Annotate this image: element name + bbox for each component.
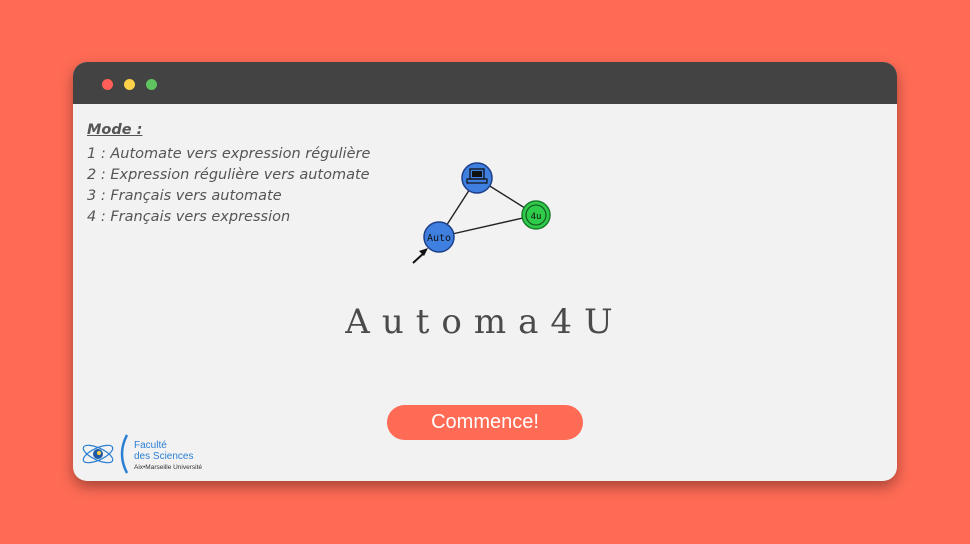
close-window-button[interactable]	[102, 79, 113, 90]
app-window: Mode : 1 : Automate vers expression régu…	[73, 62, 897, 481]
window-titlebar	[73, 62, 897, 104]
app-title: Automa4U	[345, 302, 625, 342]
start-button[interactable]: Commence!	[387, 405, 583, 440]
mode-option-2: 2 : Expression régulière vers automate	[87, 167, 370, 183]
logo-line-1: Faculté	[134, 440, 167, 451]
mode-option-3: 3 : Français vers automate	[87, 188, 282, 204]
atom-logo-icon	[82, 434, 129, 474]
start-arrow-icon	[412, 248, 428, 264]
faculty-logo: Faculté des Sciences Aix•Marseille Unive…	[81, 432, 216, 476]
logo-line-3: Aix•Marseille Université	[134, 464, 203, 471]
start-node-label: Auto	[427, 233, 451, 244]
start-node: Auto	[423, 221, 455, 253]
mode-legend: Mode : 1 : Automate vers expression régu…	[87, 122, 370, 228]
final-node-label: 4u	[531, 212, 542, 222]
logo-text: Faculté des Sciences Aix•Marseille Unive…	[134, 440, 202, 471]
automaton-illustration: 4u Auto	[412, 162, 551, 264]
logo-line-2: des Sciences	[134, 451, 194, 462]
minimize-window-button[interactable]	[124, 79, 135, 90]
laptop-node	[461, 162, 493, 194]
final-node: 4u	[521, 200, 551, 230]
mode-option-4: 4 : Français vers expression	[87, 209, 291, 225]
mode-option-1: 1 : Automate vers expression régulière	[87, 146, 371, 162]
maximize-window-button[interactable]	[146, 79, 157, 90]
mode-title: Mode :	[87, 122, 143, 138]
